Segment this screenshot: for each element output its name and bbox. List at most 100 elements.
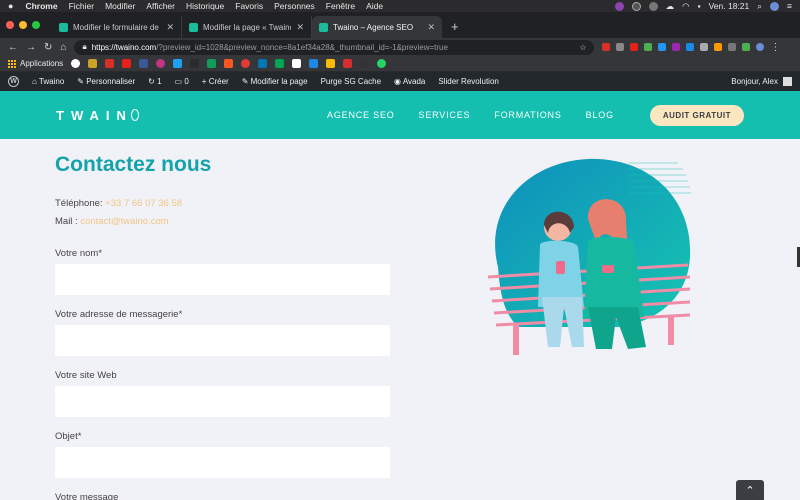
bookmark-icon[interactable] <box>360 59 370 68</box>
audit-gratuit-button[interactable]: AUDIT GRATUIT <box>649 104 744 126</box>
new-tab-button[interactable]: + <box>451 16 459 38</box>
close-tab-icon[interactable]: ✕ <box>427 22 435 33</box>
bookmark-icon[interactable] <box>292 59 302 68</box>
extension-icon[interactable] <box>686 43 695 51</box>
youtube-icon[interactable] <box>122 59 132 68</box>
menu-item-personnes[interactable]: Personnes <box>274 1 315 11</box>
status-app-icon[interactable] <box>614 1 624 11</box>
forward-icon[interactable]: → <box>26 42 36 53</box>
close-window-button[interactable] <box>6 21 14 29</box>
extension-icon[interactable] <box>728 43 737 51</box>
wordpress-logo-icon[interactable]: W <box>8 76 19 87</box>
apple-icon[interactable]: ● <box>8 1 13 11</box>
search-icon[interactable]: ⌕ <box>757 1 762 12</box>
bookmark-icon[interactable] <box>326 59 336 68</box>
page-title: Contactez nous <box>55 153 212 176</box>
extension-icon[interactable] <box>672 43 681 51</box>
website-field[interactable] <box>55 386 390 417</box>
wp-new[interactable]: + Créer <box>202 77 229 86</box>
instagram-icon[interactable] <box>156 59 166 68</box>
nav-agence-seo[interactable]: AGENCE SEO <box>327 110 395 120</box>
twaino-favicon-icon <box>319 22 328 32</box>
phone-link[interactable]: +33 7 66 07 36 58 <box>105 198 182 209</box>
menu-item-afficher[interactable]: Afficher <box>146 1 175 11</box>
bookmark-icon[interactable] <box>224 59 234 68</box>
minimize-window-button[interactable] <box>19 21 27 29</box>
flag-icon[interactable]: ▪ <box>698 1 701 11</box>
bookmark-icon[interactable] <box>343 59 353 68</box>
twitter-icon[interactable] <box>173 59 183 68</box>
wp-customize[interactable]: ✎ Personnaliser <box>77 77 135 86</box>
wp-comments[interactable]: ▭ 0 <box>175 77 189 86</box>
address-bar[interactable]: 🔒︎ https://twaino.com/?preview_id=1028&p… <box>74 39 595 55</box>
menu-list-icon[interactable]: ≡ <box>787 1 792 11</box>
cloud-icon[interactable]: ☁ <box>666 1 675 12</box>
more-menu-icon[interactable]: ⋮ <box>770 42 780 53</box>
extension-icon[interactable] <box>700 43 709 51</box>
menu-item-favoris[interactable]: Favoris <box>235 1 263 11</box>
extension-icon[interactable] <box>742 43 751 51</box>
bookmark-icon[interactable] <box>207 59 217 68</box>
home-icon[interactable]: ⌂ <box>60 42 66 53</box>
linkedin-icon[interactable] <box>258 59 268 68</box>
mail-link[interactable]: contact@twaino.com <box>80 216 168 227</box>
reload-icon[interactable]: ↻ <box>44 42 52 53</box>
siri-icon[interactable] <box>770 1 780 11</box>
browser-tab[interactable]: Modifier le formulaire de conta ✕ <box>52 16 182 38</box>
bookmark-star-icon[interactable]: ☆ <box>579 43 586 52</box>
wp-slider-revolution[interactable]: Slider Revolution <box>438 77 498 86</box>
maximize-window-button[interactable] <box>32 21 40 29</box>
nav-formations[interactable]: FORMATIONS <box>494 110 561 120</box>
apps-grid-icon[interactable] <box>8 59 16 68</box>
user-avatar[interactable] <box>783 77 792 86</box>
wp-updates[interactable]: ↻ 1 <box>148 77 161 86</box>
extension-icon[interactable] <box>658 43 667 51</box>
contact-form: Contactez nous Téléphone: +33 7 66 07 36… <box>55 153 395 500</box>
menu-item-modifier[interactable]: Modifier <box>105 1 135 11</box>
scroll-to-top-button[interactable]: ⌃ <box>736 480 764 500</box>
back-icon[interactable]: ← <box>8 42 18 53</box>
extension-icon[interactable] <box>644 43 653 51</box>
bookmark-icon[interactable] <box>275 59 285 68</box>
menu-item-historique[interactable]: Historique <box>186 1 224 11</box>
wp-avada[interactable]: ◉ Avada <box>394 77 425 86</box>
status-app-icon[interactable] <box>648 1 658 11</box>
whatsapp-icon[interactable] <box>377 59 387 68</box>
bookmark-icon[interactable] <box>105 59 115 68</box>
extension-icon[interactable] <box>602 43 611 51</box>
menu-item-aide[interactable]: Aide <box>366 1 383 11</box>
menu-item-fichier[interactable]: Fichier <box>69 1 95 11</box>
bookmark-icon[interactable] <box>190 59 200 68</box>
extension-icon[interactable] <box>714 43 723 51</box>
clock[interactable]: Ven. 18:21 <box>709 1 750 11</box>
name-field[interactable] <box>55 264 390 295</box>
bookmark-icon[interactable] <box>309 59 319 68</box>
wp-greeting[interactable]: Bonjour, Alex <box>731 77 778 86</box>
bookmark-icon[interactable] <box>88 59 98 68</box>
subject-field[interactable] <box>55 447 390 478</box>
bookmark-icon[interactable] <box>241 59 251 68</box>
menu-item-fenetre[interactable]: Fenêtre <box>326 1 355 11</box>
wifi-icon[interactable]: ◠ <box>682 1 689 12</box>
browser-tab[interactable]: Modifier la page « Twaino — Vi ✕ <box>182 16 312 38</box>
facebook-icon[interactable] <box>139 59 149 68</box>
nav-blog[interactable]: BLOG <box>586 110 614 120</box>
email-field[interactable] <box>55 325 390 356</box>
status-app-icon[interactable] <box>631 1 641 11</box>
extension-icon[interactable] <box>616 43 625 51</box>
bookmark-applications[interactable]: Applications <box>20 59 63 68</box>
site-header: TWAIN AGENCE SEO SERVICES FORMATIONS BLO… <box>0 91 800 139</box>
nav-services[interactable]: SERVICES <box>419 110 471 120</box>
contact-illustration <box>487 158 691 355</box>
close-tab-icon[interactable]: ✕ <box>166 22 174 33</box>
close-tab-icon[interactable]: ✕ <box>296 22 304 33</box>
google-icon[interactable] <box>71 59 81 68</box>
wp-purge-cache[interactable]: Purge SG Cache <box>321 77 381 86</box>
menu-app-name[interactable]: Chrome <box>25 1 57 11</box>
wp-site-name[interactable]: ⌂ Twaino <box>32 77 64 86</box>
browser-tab-active[interactable]: Twaino – Agence SEO ✕ <box>312 16 442 38</box>
site-logo[interactable]: TWAIN <box>56 108 139 123</box>
wp-edit-page[interactable]: ✎ Modifier la page <box>242 77 308 86</box>
profile-avatar[interactable] <box>756 43 765 51</box>
extension-icon[interactable] <box>630 43 639 51</box>
